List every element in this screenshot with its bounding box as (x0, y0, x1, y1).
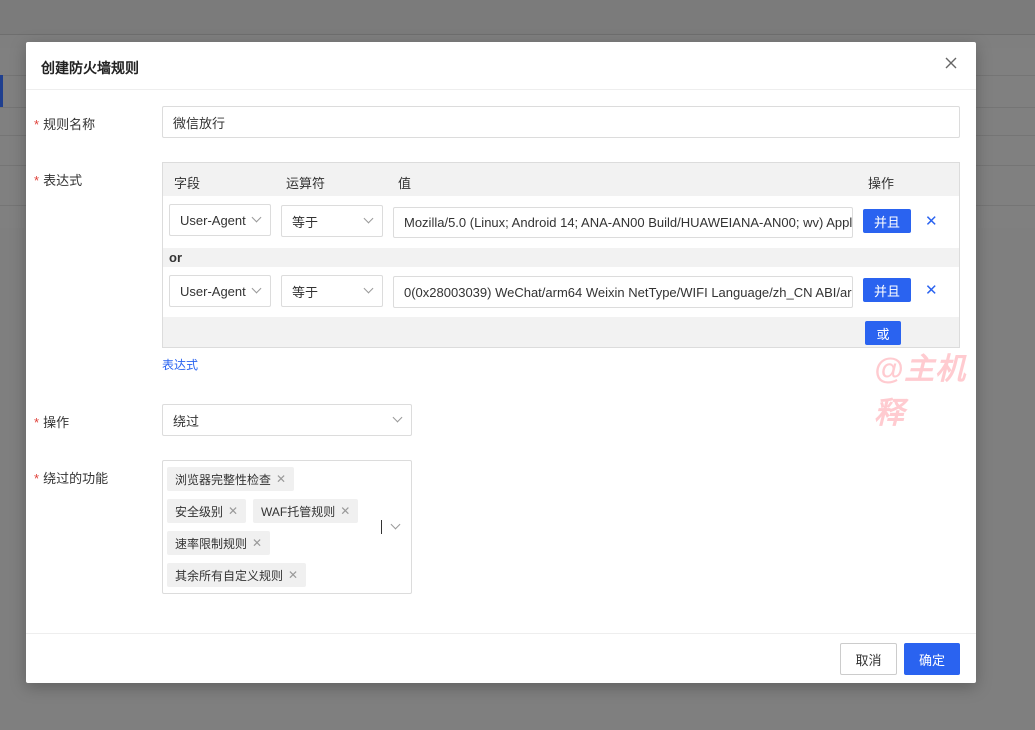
tag: 安全级别 ✕ (167, 499, 247, 523)
chevron-down-icon (392, 412, 403, 423)
confirm-button[interactable]: 确定 (904, 643, 960, 675)
or-separator: or (163, 248, 959, 267)
chevron-down-icon (251, 212, 262, 223)
value-input[interactable]: 0(0x28003039) WeChat/arm64 Weixin NetTyp… (393, 276, 853, 308)
background-topbar (0, 0, 1035, 35)
expression-link[interactable]: 表达式 (162, 356, 198, 373)
bypass-features-label: * 绕过的功能 (34, 471, 109, 486)
remove-tag-icon[interactable]: ✕ (228, 504, 238, 518)
background-accent (0, 75, 3, 107)
chevron-down-icon (251, 283, 262, 294)
remove-tag-icon[interactable]: ✕ (340, 504, 350, 518)
dialog-footer (26, 633, 976, 683)
expression-table-header: 字段 运算符 值 操作 (163, 163, 959, 196)
close-icon[interactable] (942, 56, 960, 74)
bypass-features-select[interactable]: 浏览器完整性检查 ✕ 安全级别 ✕ WAF托管规则 ✕ 速率限制规则 ✕ 其余所有自定义… (162, 460, 412, 594)
delete-condition-icon[interactable]: ✕ (925, 212, 938, 230)
create-firewall-rule-dialog: 创建防火墙规则 * 规则名称 微信放行 * 表达式 字段 运算符 值 操作 User… (26, 42, 976, 683)
action-select[interactable]: 绕过 (162, 404, 412, 436)
dialog-header: 创建防火墙规则 (26, 42, 976, 90)
expression-label: * 表达式 (34, 173, 83, 188)
chevron-down-icon (390, 519, 401, 530)
chevron-down-icon (363, 283, 374, 294)
and-button[interactable]: 并且 (863, 209, 911, 233)
expression-table: 字段 运算符 值 操作 User-Agent 等于 Mozilla/5.0 (L… (162, 162, 960, 348)
cancel-button[interactable]: 取消 (840, 643, 897, 675)
operator-select[interactable]: 等于 (281, 275, 383, 307)
chevron-down-icon (363, 213, 374, 224)
operator-select[interactable]: 等于 (281, 205, 383, 237)
rule-name-input[interactable]: 微信放行 (162, 106, 960, 138)
tag: WAF托管规则 ✕ (253, 499, 359, 523)
and-button[interactable]: 并且 (863, 278, 911, 302)
column-header-field: 字段 (174, 176, 201, 191)
tag: 其余所有自定义规则 ✕ (167, 563, 307, 587)
delete-condition-icon[interactable]: ✕ (925, 281, 938, 299)
text-caret (381, 520, 382, 534)
column-header-operator: 运算符 (286, 176, 326, 191)
tag: 浏览器完整性检查 ✕ (167, 467, 295, 491)
expression-footer (163, 317, 959, 347)
column-header-value: 值 (398, 176, 412, 191)
remove-tag-icon[interactable]: ✕ (276, 472, 286, 486)
field-select[interactable]: User-Agent (169, 275, 271, 307)
or-button[interactable]: 或 (865, 321, 901, 345)
action-label: * 操作 (34, 415, 70, 430)
remove-tag-icon[interactable]: ✕ (288, 568, 298, 582)
tag: 速率限制规则 ✕ (167, 531, 271, 555)
value-input[interactable]: Mozilla/5.0 (Linux; Android 14; ANA-AN00… (393, 207, 853, 238)
rule-name-label: * 规则名称 (34, 117, 96, 132)
dialog-title: 创建防火墙规则 (41, 60, 139, 76)
field-select[interactable]: User-Agent (169, 204, 271, 236)
watermark: @主机释 (874, 353, 967, 430)
column-header-action: 操作 (868, 176, 895, 191)
remove-tag-icon[interactable]: ✕ (252, 536, 262, 550)
